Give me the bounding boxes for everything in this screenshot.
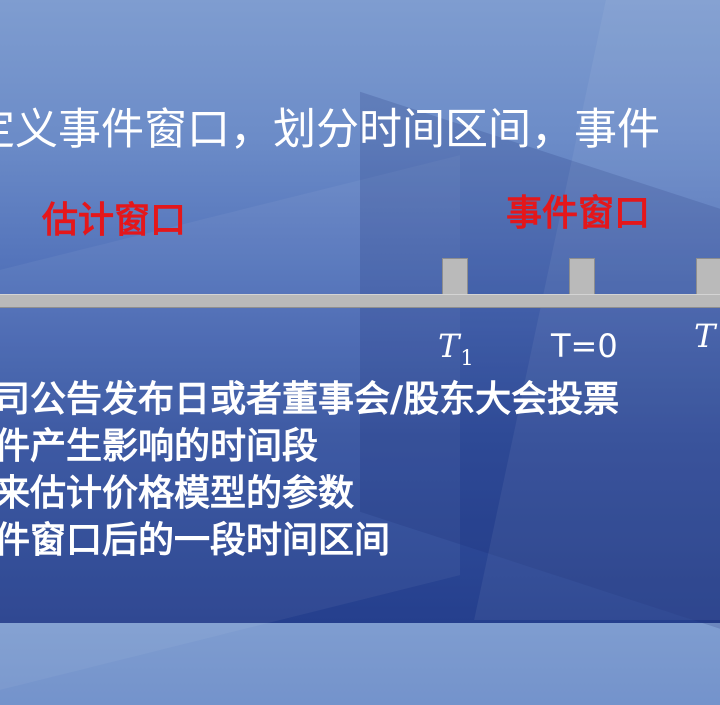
estimation-window-label: 估计窗口 (42, 200, 187, 241)
tick-label-t1-symbol: T (438, 327, 460, 365)
bullet-item: 件产生影响的时间段 (0, 426, 319, 467)
tick-label-t0: T=0 (551, 327, 618, 365)
bullet-item: 司公告发布日或者董事会/股东大会投票 (0, 379, 620, 420)
event-window-label: 事件窗口 (506, 193, 651, 234)
bullet-list: 司公告发布日或者董事会/股东大会投票 件产生影响的时间段 来估计价格模型的参数 … (0, 376, 619, 564)
tick-label-t2: T (694, 317, 716, 355)
tick-label-t1-subscript: 1 (460, 346, 474, 370)
background-shape (360, 91, 720, 649)
timeline-bar (0, 294, 720, 308)
timeline-marker-t2 (696, 258, 720, 296)
timeline-marker-t1 (442, 258, 468, 296)
bullet-item: 来估计价格模型的参数 (0, 473, 355, 514)
slide-heading: 定义事件窗口，划分时间区间，事件 (0, 105, 660, 155)
bullet-item: 件窗口后的一段时间区间 (0, 520, 391, 561)
timeline-marker-t0 (569, 258, 595, 296)
tick-label-t1: T1 (438, 326, 474, 370)
